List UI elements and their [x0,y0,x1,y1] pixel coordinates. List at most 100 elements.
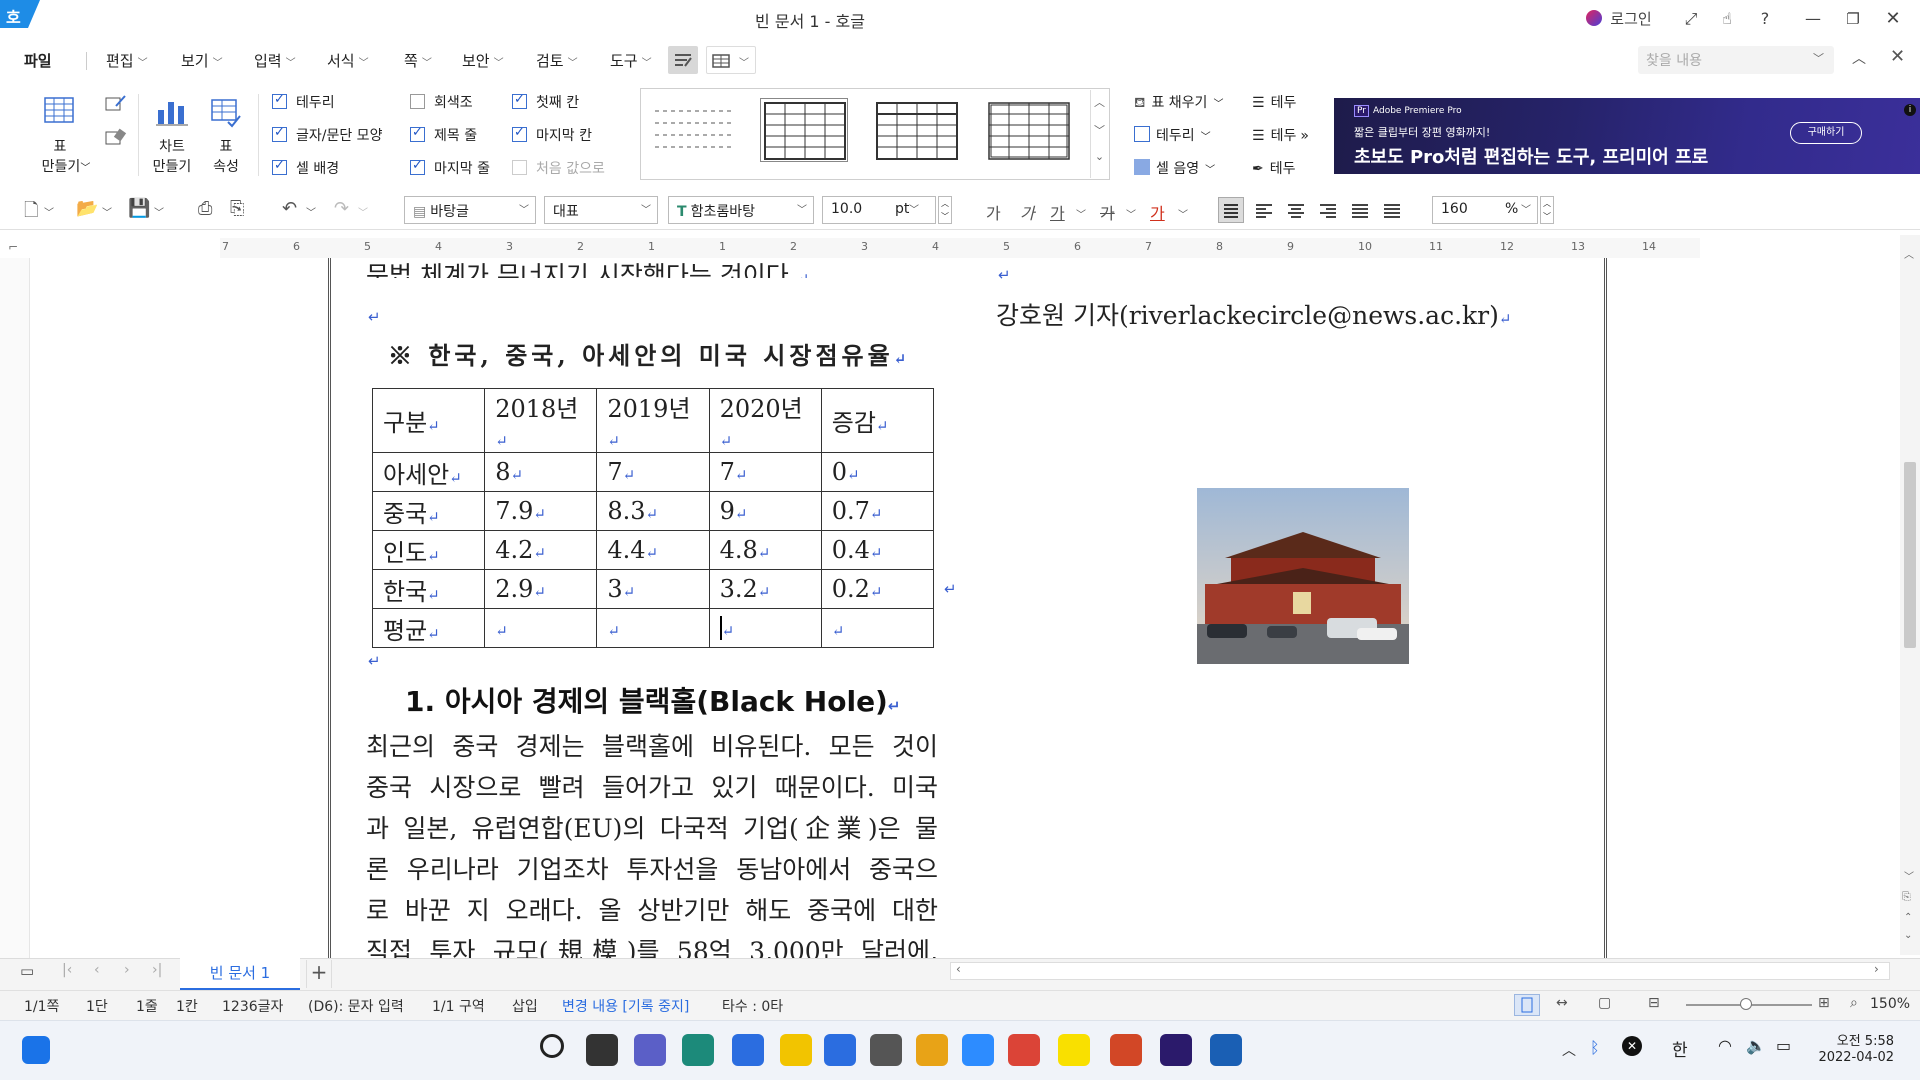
align-right-icon[interactable] [1316,198,1340,222]
horizontal-scrollbar[interactable] [950,962,1890,980]
align-left-icon[interactable] [1252,198,1276,222]
table-cell[interactable]: 증감↵ [820,388,935,453]
hancom-icon[interactable] [1210,1034,1242,1066]
table-cell[interactable]: 한국↵ [371,569,486,609]
close-doc-icon[interactable]: ✕ [1890,46,1905,67]
tab-list-icon[interactable]: ▭ [20,962,34,980]
login-button[interactable]: 로그인 [1606,6,1656,32]
tray-app-icon[interactable]: ✕ [1622,1036,1642,1056]
table-cell[interactable]: 0↵ [820,452,935,492]
border-style-button[interactable]: ☰ 테두 [1252,92,1296,112]
menu-edit[interactable]: 편집 ﹀ [106,50,148,71]
prev-page-icon[interactable]: ⌃ [1904,912,1912,923]
gallery-down-icon[interactable]: ﹀ [1091,122,1108,138]
fullscreen-icon[interactable]: ⤢ [1678,6,1704,32]
table-cell[interactable]: 0.2↵ [820,569,935,609]
justify-icon[interactable] [1218,197,1244,223]
market-share-table[interactable]: 구분↵ 2018년↵ 2019년↵ 2020년↵ 증감↵ 아세안↵ 8↵ 7↵ 7↵ 0↵ 중국↵ 7… [371,388,935,648]
scroll-left-icon[interactable]: ‹ [956,962,961,976]
strike-chevron-icon[interactable]: ﹀ [1126,206,1136,221]
view-page-icon[interactable] [1514,994,1540,1016]
table-style-full-grid[interactable] [760,98,848,162]
chk-char-para-shape[interactable]: 글자/문단 모양 [272,125,382,145]
font-size-stepper[interactable]: ︿ ﹀ [938,196,952,224]
chart-icon[interactable] [154,96,190,128]
table-cell[interactable]: ↵ [596,608,710,648]
edge-dev-icon[interactable] [682,1034,714,1066]
file-explorer-icon[interactable] [916,1034,948,1066]
status-zoom[interactable]: 150% [1870,996,1910,1012]
new-doc-icon[interactable]: 🗋 [24,198,38,228]
font-select[interactable]: T 함초롬바탕 ﹀ [668,196,814,224]
scroll-up-icon[interactable]: ︿ [1904,246,1914,261]
battery-icon[interactable]: ▭ [1776,1036,1791,1055]
table-cell[interactable]: 2.9↵ [484,569,598,609]
zoom-icon[interactable] [962,1034,994,1066]
table-cell[interactable]: 7.9↵ [484,491,598,531]
chk-cell-bg[interactable]: 셀 배경 [272,158,339,178]
hwp-icon[interactable] [732,1034,764,1066]
table-cell[interactable]: 구분↵ [371,388,486,453]
border-color-button[interactable]: ✒ 테두 [1252,158,1296,178]
undo-icon[interactable]: ↶ [282,198,297,219]
chk-border[interactable]: 테두리 [272,92,335,112]
search-input[interactable]: 찾을 내용 ﹀ [1638,46,1834,74]
table-cell[interactable]: 4.4↵ [596,530,710,570]
chart-make-label-2[interactable]: 만들기 [146,156,198,176]
bluetooth-icon[interactable]: ᛒ [1590,1038,1600,1057]
zoom-in-icon[interactable]: ⊞ [1818,995,1830,1011]
new-doc-chevron-icon[interactable]: ﹀ [44,204,54,219]
split-align-icon[interactable] [1380,198,1404,222]
ad-info-icon[interactable]: i [1904,104,1916,116]
table-layout-tab-icon[interactable]: ﹀ [706,46,756,74]
gallery-up-icon[interactable]: ︿ [1091,94,1108,110]
table-cell[interactable]: 2020년 ↵ [708,388,822,453]
table-cell[interactable]: 2019년 ↵ [596,388,710,453]
scroll-down-icon[interactable]: ﹀ [1904,868,1914,883]
close-icon[interactable]: ✕ [1880,6,1906,32]
bold-button[interactable]: 가 [986,200,1001,224]
font-color-button[interactable]: 가 [1150,200,1165,224]
table-cell[interactable]: 4.2↵ [484,530,598,570]
language-select[interactable]: 대표 ﹀ [544,196,658,224]
clock-date[interactable]: 2022-04-02 [1814,1050,1894,1065]
volume-icon[interactable]: 🔈 [1746,1036,1766,1055]
powerpoint-icon[interactable] [1110,1034,1142,1066]
menu-security[interactable]: 보안 ﹀ [462,50,504,71]
login-avatar-icon[interactable] [1584,6,1604,32]
status-insert-mode[interactable]: 삽입 [512,996,538,1016]
prev-tab-icon[interactable]: ‹ [94,962,100,978]
help-button[interactable]: ? [1752,6,1778,32]
ad-buy-button[interactable]: 구매하기 [1790,122,1862,144]
search-icon[interactable] [540,1034,564,1058]
fit-width-icon[interactable]: ↔ [1556,995,1568,1011]
zoom-input[interactable]: 160% ﹀ [1432,196,1538,224]
page-setup-icon[interactable]: ⎘ [1902,890,1911,904]
status-track-changes[interactable]: 변경 내용 [기록 중지] [562,996,689,1016]
underline-button[interactable]: 가 [1050,200,1065,224]
gallery-more-icon[interactable]: ⌄ [1091,150,1108,163]
table-cell[interactable]: ↵ [484,608,598,648]
first-tab-icon[interactable]: |‹ [62,962,72,978]
menu-insert[interactable]: 입력 ﹀ [254,50,296,71]
table-cell[interactable]: 8.3↵ [596,491,710,531]
table-style-dashed[interactable] [648,98,736,162]
table-grid-icon[interactable] [40,94,80,128]
table-cell[interactable]: 7↵ [596,452,710,492]
print-icon[interactable]: ⎙ [198,198,212,219]
table-make-label-2[interactable]: 만들기﹀ [34,156,98,176]
ruler-corner-icon[interactable]: ⌐ [8,240,18,254]
chart-make-label-1[interactable]: 차트 [150,136,194,156]
table-cell[interactable]: 4.8↵ [708,530,822,570]
news-photo[interactable] [1197,488,1409,664]
table-props-label-2[interactable]: 속성 [204,156,248,176]
chevron-down-icon[interactable]: ﹀ [1813,50,1824,66]
zoom-magnifier-icon[interactable]: ⌕ [1850,995,1858,1011]
table-cell[interactable]: 3↵ [596,569,710,609]
ad-banner[interactable]: Pr Adobe Premiere Pro 짧은 클립부터 장편 영화까지! 초보… [1334,98,1920,174]
table-cell[interactable]: 8↵ [484,452,598,492]
table-cell[interactable]: 9↵ [708,491,822,531]
chrome-icon[interactable] [1008,1034,1040,1066]
notepad-icon[interactable] [824,1034,856,1066]
next-tab-icon[interactable]: › [124,962,130,978]
